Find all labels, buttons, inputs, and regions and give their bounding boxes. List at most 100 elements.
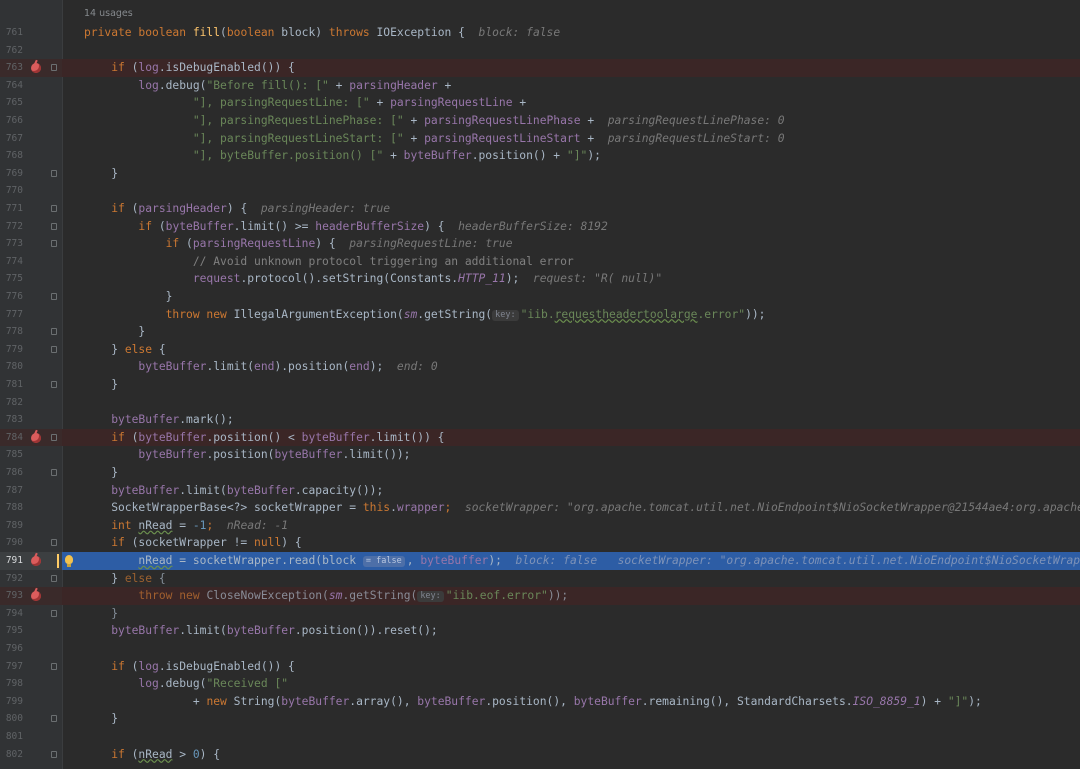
code-text[interactable]: byteBuffer.position(byteBuffer.limit()); [84, 446, 410, 464]
line-number[interactable]: 771 [0, 200, 23, 218]
line-number[interactable]: 777 [0, 306, 23, 324]
code-text[interactable]: nRead = socketWrapper.read(block = false… [84, 552, 1080, 570]
fold-icon[interactable] [51, 469, 57, 476]
code-text[interactable]: if (log.isDebugEnabled()) { [84, 658, 295, 676]
code-editor[interactable]: 14 usages 761 private boolean fill(boolea… [0, 0, 1080, 769]
fold-icon[interactable] [51, 328, 57, 336]
code-text[interactable]: if (nRead > 0) { [84, 746, 220, 764]
code-text[interactable]: "], parsingRequestLineStart: [" + parsin… [84, 130, 785, 148]
code-text[interactable]: if (socketWrapper != null) { [84, 534, 301, 552]
line-number[interactable]: 791 [0, 552, 23, 570]
code-line[interactable]: 772 if (byteBuffer.limit() >= headerBuff… [0, 218, 1080, 236]
code-line[interactable]: 785 byteBuffer.position(byteBuffer.limit… [0, 446, 1080, 464]
line-number[interactable]: 783 [0, 411, 23, 429]
code-text[interactable]: byteBuffer.limit(byteBuffer.position()).… [84, 622, 437, 640]
code-line[interactable]: 786 } [0, 464, 1080, 482]
code-text[interactable]: request.protocol().setString(Constants.H… [84, 270, 662, 288]
code-line[interactable]: 793 throw new CloseNowException(sm.getSt… [0, 587, 1080, 605]
line-number[interactable]: 762 [0, 42, 23, 60]
line-number[interactable]: 796 [0, 640, 23, 658]
line-number[interactable]: 769 [0, 165, 23, 183]
code-text[interactable]: if (byteBuffer.position() < byteBuffer.l… [84, 429, 444, 447]
line-number[interactable]: 763 [0, 59, 23, 77]
code-line[interactable]: 764 log.debug("Before fill(): [" + parsi… [0, 77, 1080, 95]
code-text[interactable]: byteBuffer.limit(end).position(end); end… [84, 358, 437, 376]
code-text[interactable]: "], parsingRequestLine: [" + parsingRequ… [84, 94, 526, 112]
code-line[interactable]: 799 + new String(byteBuffer.array(), byt… [0, 693, 1080, 711]
code-line[interactable]: 790 if (socketWrapper != null) { [0, 534, 1080, 552]
code-line[interactable]: 800 } [0, 710, 1080, 728]
code-line[interactable]: 789 int nRead = -1; nRead: -1 [0, 517, 1080, 535]
line-number[interactable]: 797 [0, 658, 23, 676]
code-text[interactable]: throw new IllegalArgumentException(sm.ge… [84, 306, 765, 324]
line-number[interactable]: 761 [0, 24, 23, 42]
code-text[interactable]: byteBuffer.mark(); [84, 411, 233, 429]
code-line[interactable]: 762 [0, 42, 1080, 60]
code-text[interactable]: private boolean fill(boolean block) thro… [84, 24, 560, 42]
line-number[interactable]: 795 [0, 622, 23, 640]
line-number[interactable]: 765 [0, 94, 23, 112]
line-number[interactable]: 790 [0, 534, 23, 552]
code-text[interactable]: + new String(byteBuffer.array(), byteBuf… [84, 693, 982, 711]
line-number[interactable]: 798 [0, 675, 23, 693]
code-line[interactable]: 782 [0, 394, 1080, 412]
fold-icon[interactable] [51, 750, 57, 758]
code-text[interactable]: int nRead = -1; nRead: -1 [84, 517, 288, 535]
fold-icon[interactable] [51, 662, 57, 670]
code-line[interactable]: 773 if (parsingRequestLine) { parsingReq… [0, 235, 1080, 253]
line-number[interactable]: 774 [0, 253, 23, 271]
code-line[interactable]: 780 byteBuffer.limit(end).position(end);… [0, 358, 1080, 376]
fold-icon[interactable] [51, 381, 57, 388]
line-number[interactable]: 784 [0, 429, 23, 447]
fold-icon[interactable] [51, 715, 57, 723]
code-text[interactable]: byteBuffer.limit(byteBuffer.capacity()); [84, 482, 383, 500]
usages-hint[interactable]: 14 usages [84, 7, 133, 21]
code-line[interactable]: 775 request.protocol().setString(Constan… [0, 270, 1080, 288]
breakpoint-icon[interactable] [31, 432, 41, 443]
code-line[interactable]: 774 // Avoid unknown protocol triggering… [0, 253, 1080, 271]
code-line[interactable]: 779 } else { [0, 341, 1080, 359]
line-number[interactable]: 801 [0, 728, 23, 746]
line-number[interactable]: 792 [0, 570, 23, 588]
breakpoint-icon[interactable] [31, 556, 41, 566]
line-number[interactable]: 768 [0, 147, 23, 165]
code-line[interactable]: 783 byteBuffer.mark(); [0, 411, 1080, 429]
lightbulb-icon[interactable] [65, 555, 73, 567]
code-text[interactable]: if (parsingRequestLine) { parsingRequest… [84, 235, 513, 253]
fold-icon[interactable] [51, 64, 57, 72]
code-text[interactable]: throw new CloseNowException(sm.getString… [84, 587, 568, 605]
line-number[interactable]: 778 [0, 323, 23, 341]
code-line[interactable]: 777 throw new IllegalArgumentException(s… [0, 306, 1080, 324]
line-number[interactable]: 800 [0, 710, 23, 728]
code-line[interactable]: 776 } [0, 288, 1080, 306]
code-line[interactable]: 797 if (log.isDebugEnabled()) { [0, 658, 1080, 676]
code-line[interactable]: 795 byteBuffer.limit(byteBuffer.position… [0, 622, 1080, 640]
line-number[interactable]: 793 [0, 587, 23, 605]
code-text[interactable]: "], parsingRequestLinePhase: [" + parsin… [84, 112, 785, 130]
line-number[interactable]: 787 [0, 482, 23, 500]
fold-icon[interactable] [51, 293, 57, 300]
code-line[interactable]: 796 [0, 640, 1080, 658]
code-line[interactable]: 784 if (byteBuffer.position() < byteBuff… [0, 428, 1080, 447]
code-text[interactable]: } [84, 710, 118, 728]
fold-icon[interactable] [51, 169, 57, 177]
fold-icon[interactable] [51, 222, 57, 230]
line-number[interactable]: 767 [0, 130, 23, 148]
fold-icon[interactable] [51, 240, 57, 248]
fold-icon[interactable] [51, 574, 57, 582]
fold-icon[interactable] [51, 539, 57, 547]
code-line[interactable]: 794 } [0, 605, 1080, 623]
line-number[interactable]: 776 [0, 288, 23, 306]
line-number[interactable]: 788 [0, 499, 23, 517]
line-number[interactable]: 794 [0, 605, 23, 623]
fold-icon[interactable] [51, 205, 57, 212]
code-text[interactable]: } else { [84, 341, 165, 359]
line-number[interactable]: 775 [0, 270, 23, 288]
code-line[interactable]: 802 if (nRead > 0) { [0, 746, 1080, 764]
code-text[interactable]: } [84, 165, 118, 183]
code-text[interactable]: SocketWrapperBase<?> socketWrapper = thi… [84, 499, 1080, 517]
code-line[interactable]: 792 } else { [0, 570, 1080, 588]
code-line[interactable]: 778 } [0, 323, 1080, 341]
code-line[interactable]: 770 [0, 182, 1080, 200]
fold-icon[interactable] [51, 433, 57, 441]
